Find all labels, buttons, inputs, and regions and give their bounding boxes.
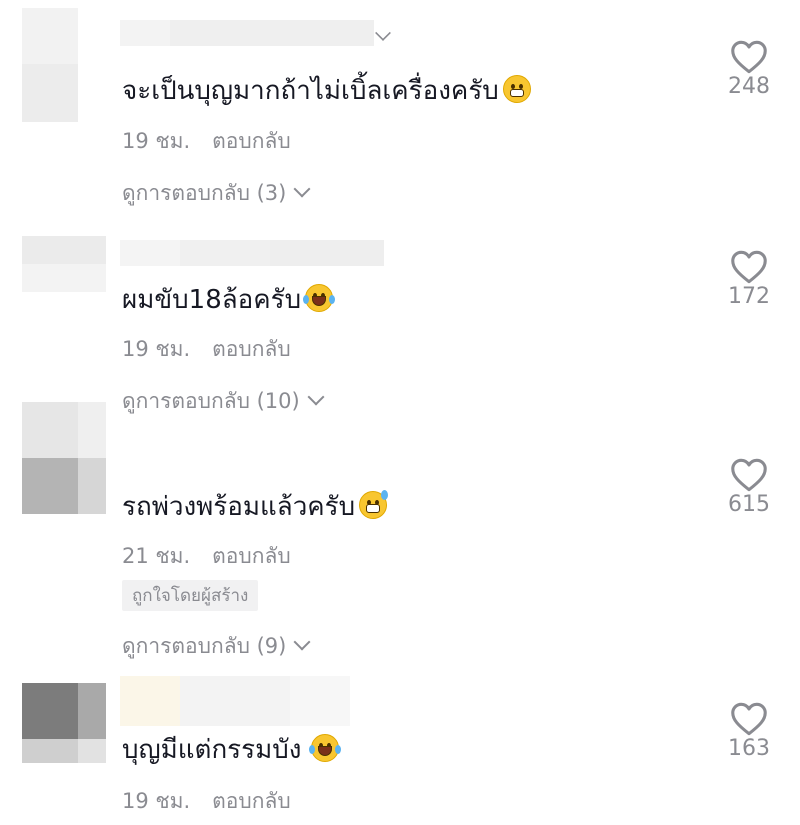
- like-count: 615: [728, 492, 770, 517]
- comment-time: 19 ชม.: [122, 337, 191, 361]
- view-replies-button[interactable]: ดูการตอบกลับ (9): [122, 630, 311, 663]
- reply-button[interactable]: ตอบกลับ: [212, 337, 291, 361]
- like-button[interactable]: 615: [714, 458, 784, 517]
- avatar[interactable]: [22, 683, 106, 763]
- avatar[interactable]: [22, 236, 106, 292]
- comment-meta: 21 ชม. ตอบกลับ: [122, 540, 291, 573]
- comment-text: รถพ่วงพร้อมแล้วครับ: [122, 490, 389, 524]
- face-with-tears-of-joy-emoji: [309, 734, 342, 762]
- comment-time: 19 ชม.: [122, 789, 191, 813]
- liked-by-creator-badge: ถูกใจโดยผู้สร้าง: [122, 580, 259, 611]
- comment-time: 21 ชม.: [122, 544, 191, 568]
- view-replies-button[interactable]: ดูการตอบกลับ (3): [122, 177, 311, 210]
- like-count: 248: [728, 74, 770, 99]
- chevron-down-icon[interactable]: [375, 25, 391, 41]
- comment-meta: 19 ชม. ตอบกลับ: [122, 125, 291, 158]
- like-button[interactable]: 172: [714, 250, 784, 309]
- reply-button[interactable]: ตอบกลับ: [212, 129, 291, 153]
- chevron-down-icon: [293, 180, 311, 198]
- comment-text: ผมขับ18ล้อครับ: [122, 283, 336, 317]
- comment-text: จะเป็นบุญมากถ้าไม่เบิ้ลเครื่องครับ: [122, 74, 531, 108]
- grinning-face-with-sweat-emoji: [359, 490, 389, 519]
- heart-icon[interactable]: [730, 40, 768, 74]
- grimacing-face-emoji: [502, 75, 531, 103]
- chevron-down-icon: [307, 388, 325, 406]
- comment-text: บุญมีแต่กรรมบัง: [122, 733, 342, 767]
- reply-button[interactable]: ตอบกลับ: [212, 789, 291, 813]
- comment-meta: 19 ชม. ตอบกลับ: [122, 333, 291, 366]
- like-button[interactable]: 163: [714, 702, 784, 761]
- like-count: 172: [728, 284, 770, 309]
- avatar[interactable]: [22, 8, 106, 122]
- reply-button[interactable]: ตอบกลับ: [212, 544, 291, 568]
- comment-time: 19 ชม.: [122, 129, 191, 153]
- like-button[interactable]: 248: [714, 40, 784, 99]
- like-count: 163: [728, 736, 770, 761]
- face-with-tears-of-joy-emoji: [303, 284, 336, 312]
- comment-meta: 19 ชม. ตอบกลับ: [122, 785, 291, 818]
- heart-icon[interactable]: [730, 702, 768, 736]
- heart-icon[interactable]: [730, 458, 768, 492]
- view-replies-button[interactable]: ดูการตอบกลับ (10): [122, 385, 325, 418]
- avatar[interactable]: [22, 402, 106, 514]
- heart-icon[interactable]: [730, 250, 768, 284]
- chevron-down-icon: [293, 633, 311, 651]
